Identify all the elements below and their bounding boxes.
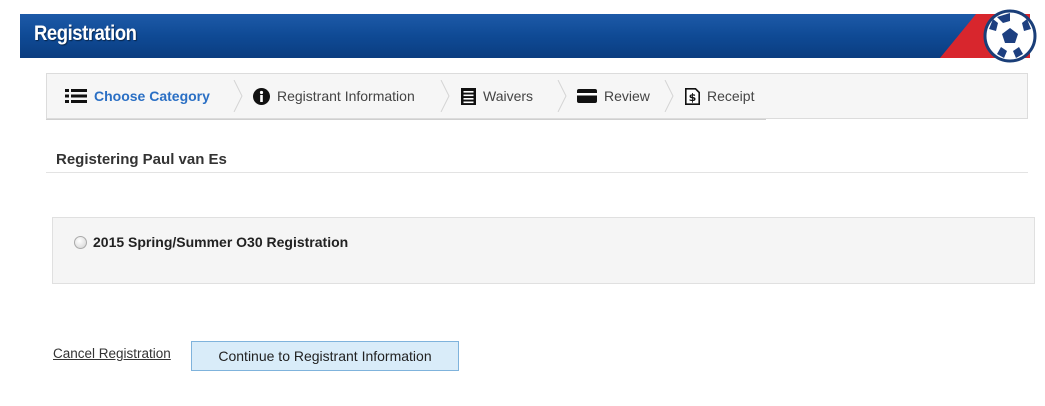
registration-header: Registration: [20, 14, 1030, 58]
step-registrant-information[interactable]: Registrant Information: [253, 74, 415, 118]
step-receipt[interactable]: $ Receipt: [685, 74, 754, 118]
document-icon: [461, 87, 476, 105]
chevron-separator-icon: [440, 80, 450, 112]
svg-text:$: $: [689, 91, 697, 104]
info-circle-icon: [253, 87, 270, 105]
registration-steps-bar: Choose Category Registrant Information W…: [46, 73, 1028, 119]
continue-button[interactable]: Continue to Registrant Information: [191, 341, 459, 371]
category-option-panel: 2015 Spring/Summer O30 Registration: [52, 217, 1035, 284]
chevron-separator-icon: [233, 80, 243, 112]
cancel-registration-link[interactable]: Cancel Registration: [53, 346, 171, 361]
category-option-label[interactable]: 2015 Spring/Summer O30 Registration: [93, 234, 348, 250]
registering-heading: Registering Paul van Es: [56, 151, 227, 168]
steps-underline-divider: [46, 119, 766, 120]
step-label: Receipt: [707, 88, 755, 104]
receipt-dollar-icon: $: [685, 87, 700, 105]
page-title: Registration: [34, 22, 137, 45]
step-waivers[interactable]: Waivers: [461, 74, 533, 118]
category-radio-button[interactable]: [74, 236, 87, 249]
step-label: Choose Category: [94, 88, 210, 104]
credit-card-icon: [577, 89, 597, 103]
step-label: Waivers: [483, 88, 534, 104]
list-icon: [65, 89, 87, 103]
step-label: Review: [604, 88, 650, 104]
heading-divider: [46, 172, 1028, 173]
chevron-separator-icon: [664, 80, 674, 112]
step-label: Registrant Information: [277, 88, 415, 104]
chevron-separator-icon: [557, 80, 567, 112]
soccer-ball-logo-icon: [983, 9, 1037, 63]
step-review[interactable]: Review: [577, 74, 650, 118]
step-choose-category[interactable]: Choose Category: [65, 74, 210, 118]
